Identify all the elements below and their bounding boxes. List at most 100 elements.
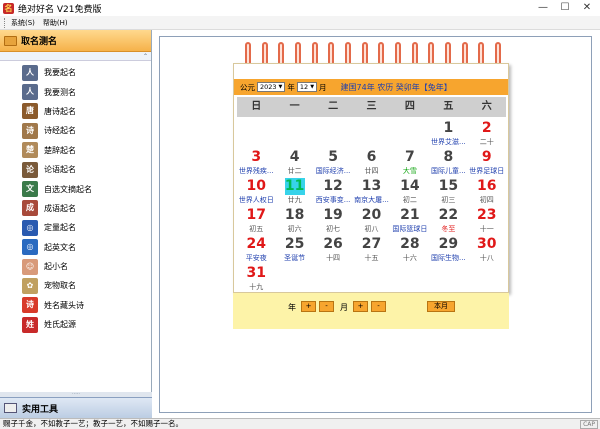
- day-number: 27: [361, 236, 382, 252]
- calendar-day[interactable]: 23 十一: [468, 207, 506, 236]
- sidebar-item[interactable]: ◎ 定量起名: [0, 218, 151, 237]
- calendar-day[interactable]: 16 初四: [468, 178, 506, 207]
- maximize-button[interactable]: ☐: [554, 0, 576, 16]
- calendar-day[interactable]: 20 初八: [352, 207, 390, 236]
- calendar-day[interactable]: 19 初七: [314, 207, 352, 236]
- calendar-day[interactable]: 30 十八: [468, 236, 506, 265]
- calendar-day[interactable]: 2 二十: [468, 120, 506, 149]
- calendar-day[interactable]: 26 十四: [314, 236, 352, 265]
- minimize-button[interactable]: —: [532, 0, 554, 16]
- day-number: 7: [405, 149, 415, 165]
- app-logo-icon: 名: [3, 2, 14, 14]
- day-note: 初八: [364, 225, 379, 233]
- calendar-day[interactable]: 1 世界艾滋...: [429, 120, 467, 149]
- idiom-book-icon: 成: [22, 200, 38, 217]
- sidebar-item[interactable]: ✿ 宠物取名: [0, 276, 151, 295]
- day-note: 西安事变...: [315, 196, 351, 204]
- sidebar-item[interactable]: 人我要测名: [0, 82, 151, 101]
- calendar-day[interactable]: 10 世界人权日: [237, 178, 275, 207]
- calendar-day[interactable]: 28 十六: [391, 236, 429, 265]
- person-search-icon: 人: [22, 84, 38, 101]
- book-icon: 诗: [22, 122, 38, 139]
- sidebar-item-label: 自选文摘起名: [44, 184, 92, 194]
- calendar-day[interactable]: 8 国际儿童...: [429, 149, 467, 178]
- day-number: 8: [443, 149, 454, 165]
- calendar-day[interactable]: 21 国际篮球日: [391, 207, 429, 236]
- menu-grip: [4, 17, 7, 28]
- calendar-day[interactable]: 4 廿二: [275, 149, 313, 178]
- month-plus-button[interactable]: +: [353, 301, 368, 312]
- calendar-day[interactable]: 12 西安事变...: [314, 178, 352, 207]
- sidebar-item[interactable]: 楚楚辞起名: [0, 141, 151, 160]
- year-minus-button[interactable]: -: [319, 301, 334, 312]
- sidebar-item[interactable]: 人我要起名: [0, 63, 151, 82]
- weekday-label: 三: [366, 101, 377, 112]
- calendar-day[interactable]: 24 平安夜: [237, 236, 275, 265]
- calendar-day[interactable]: 7 大雪: [391, 149, 429, 178]
- sidebar-item-label: 姓氏起源: [44, 320, 76, 330]
- sidebar-item[interactable]: 姓姓氏起源: [0, 315, 151, 334]
- day-number: 21: [400, 207, 420, 223]
- day-note: 初六: [287, 225, 302, 233]
- baby-icon: ☺: [22, 258, 38, 275]
- calendar-day[interactable]: 5 国际经济...: [314, 149, 352, 178]
- sidebar-header[interactable]: 取名测名: [0, 30, 151, 52]
- sidebar-item[interactable]: 唐唐诗起名: [0, 102, 151, 121]
- day-number: 28: [400, 236, 420, 252]
- year-select[interactable]: 2023 ▼: [257, 82, 286, 92]
- calendar-day[interactable]: 9 世界足球日: [468, 149, 506, 178]
- status-bar: 赐子千金，不如教子一艺；教子一艺，不如赐子一名。 CAP: [0, 418, 600, 429]
- sidebar-item[interactable]: 论论语起名: [0, 160, 151, 179]
- day-number: 29: [438, 236, 459, 252]
- year-plus-button[interactable]: +: [301, 301, 316, 312]
- sidebar-scroll-up[interactable]: ⌃: [0, 52, 151, 61]
- day-number: 25: [284, 236, 305, 252]
- sidebar-item-label: 楚辞起名: [44, 145, 76, 155]
- day-number: 9: [481, 149, 492, 165]
- sidebar-item-label: 唐诗起名: [44, 106, 76, 116]
- sidebar-item-label: 成语起名: [44, 203, 76, 213]
- sidebar: 取名测名 ⌃ 人我要起名人我要测名唐唐诗起名诗诗经起名楚楚辞起名论论语起名文自选…: [0, 30, 152, 418]
- close-button[interactable]: ✕: [576, 0, 598, 16]
- calendar-empty-cell: [391, 120, 429, 149]
- month-minus-button[interactable]: -: [371, 301, 386, 312]
- weekday-label: 二: [328, 101, 339, 112]
- sidebar-list: 人我要起名人我要测名唐唐诗起名诗诗经起名楚楚辞起名论论语起名文自选文摘起名成成语…: [0, 61, 151, 334]
- calendar-day[interactable]: 27 十五: [352, 236, 390, 265]
- this-month-button[interactable]: 本月: [427, 301, 455, 312]
- calendar-day[interactable]: 22 冬至: [429, 207, 467, 236]
- sidebar-footer-tools[interactable]: 实用工具: [0, 397, 152, 418]
- sidebar-item-label: 我要起名: [44, 68, 76, 78]
- day-number: 19: [323, 207, 343, 223]
- day-note: 初五: [249, 225, 264, 233]
- menu-system[interactable]: 系统(S): [11, 18, 35, 28]
- sidebar-item[interactable]: ◎ 起英文名: [0, 238, 151, 257]
- calendar-day[interactable]: 11 廿九: [275, 178, 313, 207]
- sidebar-item[interactable]: 成成语起名: [0, 199, 151, 218]
- day-number: 5: [328, 149, 338, 165]
- calendar-day[interactable]: 17 初五: [237, 207, 275, 236]
- day-number: 10: [246, 178, 266, 194]
- sidebar-item-label: 诗经起名: [44, 126, 76, 136]
- day-number: 23: [477, 207, 497, 223]
- calendar-day[interactable]: 29 国际生物...: [429, 236, 467, 265]
- calendar-day[interactable]: 3 世界残疾...: [237, 149, 275, 178]
- menu-help[interactable]: 帮助(H): [43, 18, 68, 28]
- day-note: 圣诞节: [284, 254, 306, 262]
- calendar-day[interactable]: 15 初三: [429, 178, 467, 207]
- month-select[interactable]: 12 ▼: [296, 82, 318, 92]
- calendar-day[interactable]: 6 廿四: [352, 149, 390, 178]
- calendar-day[interactable]: 31 十九: [237, 265, 275, 294]
- calendar-day[interactable]: 18 初六: [275, 207, 313, 236]
- day-number: 22: [438, 207, 459, 223]
- calendar-day[interactable]: 25 圣诞节: [275, 236, 313, 265]
- calendar-day[interactable]: 14 初二: [391, 178, 429, 207]
- sidebar-item[interactable]: 文自选文摘起名: [0, 179, 151, 198]
- sidebar-item[interactable]: ☺ 起小名: [0, 257, 151, 276]
- sidebar-item[interactable]: 诗姓名藏头诗: [0, 296, 151, 315]
- calendar-empty-cell: [275, 120, 313, 149]
- tang-poem-icon: 唐: [22, 103, 38, 120]
- calendar-header: 公元 2023 ▼ 年 12 ▼ 月 建国74年 农历 癸卯年【兔年】: [234, 79, 508, 95]
- calendar-day[interactable]: 13 南京大屠...: [352, 178, 390, 207]
- sidebar-item[interactable]: 诗诗经起名: [0, 121, 151, 140]
